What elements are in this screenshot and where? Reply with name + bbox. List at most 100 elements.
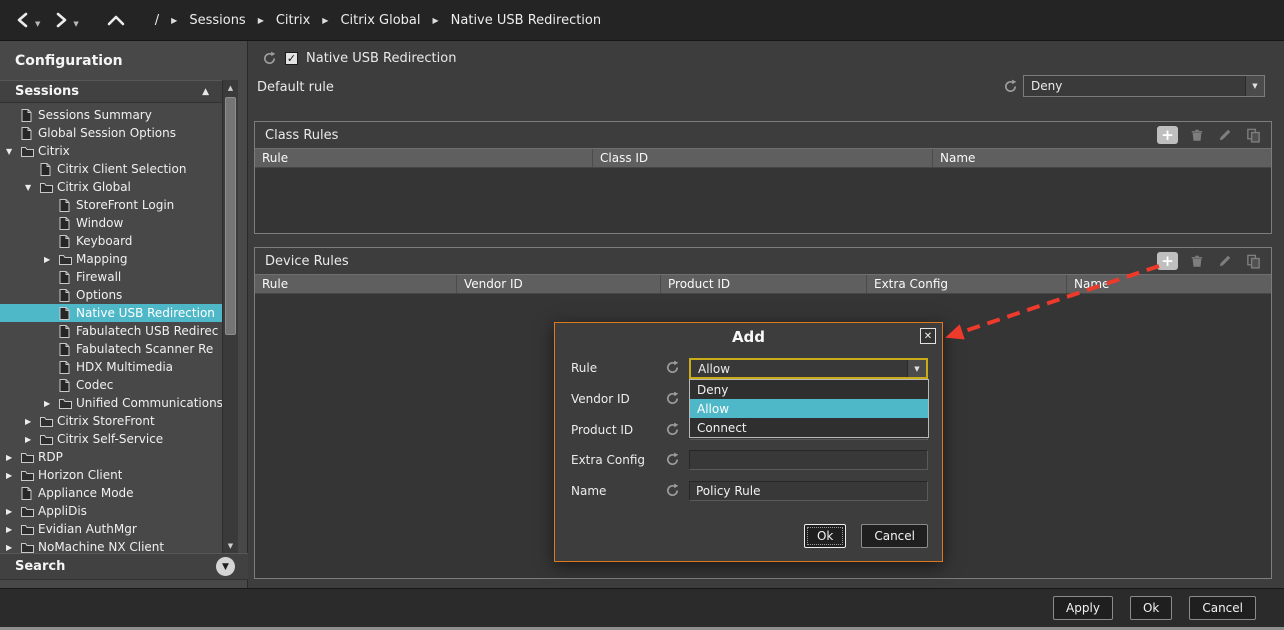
sidebar-item-fabulatech-scanner-re[interactable]: Fabulatech Scanner Re [0,340,222,358]
pencil-icon [1218,128,1232,142]
sidebar-item-horizon-client[interactable]: ▶Horizon Client [0,466,222,484]
expand-arrow-icon[interactable]: ▶ [6,453,21,462]
scroll-down-icon[interactable]: ▼ [223,539,238,552]
breadcrumb-native-usb-redirection[interactable]: Native USB Redirection [451,13,601,28]
dialog-ok-button[interactable]: Ok [804,524,846,548]
delete-class-rule-button[interactable] [1188,127,1206,143]
reset-icon[interactable] [665,483,680,498]
sidebar-section-search[interactable]: Search ▼ [0,553,248,580]
add-device-rule-button[interactable]: + [1157,252,1178,270]
sidebar-item-firewall[interactable]: Firewall [0,268,222,286]
back-button[interactable] [12,9,34,31]
ok-button[interactable]: Ok [1130,596,1172,620]
chevron-down-icon[interactable]: ▼ [907,360,926,377]
nav-buttons: ▼ ▼ [0,9,127,31]
expand-arrow-icon[interactable]: ▶ [6,525,21,534]
page-enable-checkbox[interactable]: ✓ [285,52,298,65]
breadcrumb-citrix[interactable]: Citrix [276,13,310,28]
sidebar-item-keyboard[interactable]: Keyboard [0,232,222,250]
dropdown-option-allow[interactable]: Allow [690,399,928,418]
scroll-up-icon[interactable]: ▲ [223,81,238,94]
breadcrumb-citrix-global[interactable]: Citrix Global [340,13,420,28]
reset-icon[interactable] [262,51,277,66]
sidebar-item-fabulatech-usb-redirec[interactable]: Fabulatech USB Redirec [0,322,222,340]
sidebar-item-hdx-multimedia[interactable]: HDX Multimedia [0,358,222,376]
forward-history-dropdown-icon[interactable]: ▼ [73,20,78,28]
expand-arrow-icon[interactable]: ▶ [25,417,40,426]
sidebar-item-mapping[interactable]: ▶Mapping [0,250,222,268]
column-header[interactable]: Class ID [593,149,933,167]
column-header[interactable]: Name [1067,275,1271,293]
sidebar-scrollbar[interactable]: ▲ ▼ [222,80,238,553]
dialog-cancel-button[interactable]: Cancel [861,524,928,548]
sidebar-item-label: Appliance Mode [38,486,134,500]
expand-arrow-icon[interactable]: ▶ [6,543,21,552]
edit-device-rule-button[interactable] [1216,253,1234,269]
sidebar-item-label: Citrix StoreFront [57,414,155,428]
column-header[interactable]: Rule [255,275,457,293]
dropdown-option-deny[interactable]: Deny [690,380,928,399]
column-header[interactable]: Rule [255,149,593,167]
back-history-dropdown-icon[interactable]: ▼ [35,20,40,28]
collapse-up-icon[interactable]: ▲ [202,87,209,97]
reset-icon[interactable] [665,391,680,406]
sidebar-item-citrix-self-service[interactable]: ▶Citrix Self-Service [0,430,222,448]
reset-icon[interactable] [1003,79,1018,94]
expand-arrow-icon[interactable]: ▶ [25,435,40,444]
sidebar-item-citrix-client-selection[interactable]: Citrix Client Selection [0,160,222,178]
column-header[interactable]: Vendor ID [457,275,661,293]
sidebar-item-appliance-mode[interactable]: Appliance Mode [0,484,222,502]
expand-arrow-icon[interactable]: ▼ [25,183,40,192]
name-input[interactable] [689,481,928,501]
copy-device-rule-button[interactable] [1244,253,1262,269]
class-rules-table-body[interactable] [255,168,1271,233]
sidebar-item-sessions-summary[interactable]: Sessions Summary [0,106,222,124]
sidebar-item-applidis[interactable]: ▶AppliDis [0,502,222,520]
up-level-button[interactable] [105,9,127,31]
sidebar-item-codec[interactable]: Codec [0,376,222,394]
sidebar-item-native-usb-redirection[interactable]: Native USB Redirection [0,304,222,322]
add-class-rule-button[interactable]: + [1157,126,1178,144]
jump-down-icon[interactable]: ▼ [216,557,235,576]
sidebar-item-storefront-login[interactable]: StoreFront Login [0,196,222,214]
topbar: ▼ ▼ / ▶ Sessions ▶ Citrix ▶ Citrix Globa… [0,0,1284,41]
reset-icon[interactable] [665,452,680,467]
sidebar-section-sessions[interactable]: Sessions ▲ [0,80,222,103]
sidebar-item-global-session-options[interactable]: Global Session Options [0,124,222,142]
cancel-button[interactable]: Cancel [1189,596,1256,620]
sidebar-item-citrix-global[interactable]: ▼Citrix Global [0,178,222,196]
sidebar-item-rdp[interactable]: ▶RDP [0,448,222,466]
dropdown-option-connect[interactable]: Connect [690,418,928,437]
copy-class-rule-button[interactable] [1244,127,1262,143]
sidebar-item-options[interactable]: Options [0,286,222,304]
expand-arrow-icon[interactable]: ▼ [6,147,21,156]
forward-button[interactable] [50,9,72,31]
apply-button[interactable]: Apply [1053,596,1113,620]
default-rule-dropdown[interactable]: Deny ▼ [1023,75,1265,97]
reset-icon[interactable] [665,360,680,375]
reset-icon[interactable] [665,422,680,437]
class-rules-toolbar: + [1157,126,1262,144]
sidebar-item-unified-communications[interactable]: ▶Unified Communications [0,394,222,412]
sidebar-item-evidian-authmgr[interactable]: ▶Evidian AuthMgr [0,520,222,538]
sidebar-item-window[interactable]: Window [0,214,222,232]
chevron-down-icon[interactable]: ▼ [1245,76,1264,96]
column-header[interactable]: Name [933,149,1271,167]
expand-arrow-icon[interactable]: ▶ [6,471,21,480]
expand-arrow-icon[interactable]: ▶ [44,399,59,408]
breadcrumb-sessions[interactable]: Sessions [189,13,245,28]
column-header[interactable]: Product ID [661,275,867,293]
breadcrumb-root[interactable]: / [155,13,159,28]
expand-arrow-icon[interactable]: ▶ [6,507,21,516]
rule-dropdown[interactable]: Allow ▼ [689,358,928,379]
delete-device-rule-button[interactable] [1188,253,1206,269]
edit-class-rule-button[interactable] [1216,127,1234,143]
rule-dropdown-popup: Deny Allow Connect [689,379,929,438]
column-header[interactable]: Extra Config [867,275,1067,293]
close-button[interactable]: ✕ [920,328,936,344]
sidebar-item-citrix-storefront[interactable]: ▶ Citrix StoreFront [0,412,222,430]
expand-arrow-icon[interactable]: ▶ [44,255,59,264]
scrollbar-thumb[interactable] [225,97,236,335]
sidebar-item-citrix[interactable]: ▼Citrix [0,142,222,160]
extra-config-input[interactable] [689,450,928,470]
